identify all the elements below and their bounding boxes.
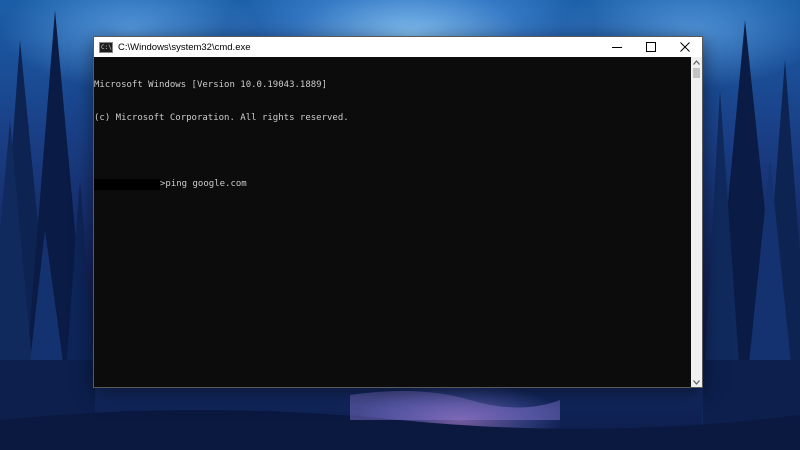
close-button[interactable] <box>668 37 702 57</box>
cmd-window[interactable]: C:\ C:\Windows\system32\cmd.exe Microsof… <box>93 36 703 388</box>
console-output[interactable]: Microsoft Windows [Version 10.0.19043.18… <box>94 57 691 387</box>
minimize-icon <box>612 47 622 48</box>
vertical-scrollbar[interactable] <box>691 57 702 387</box>
minimize-button[interactable] <box>600 37 634 57</box>
desktop-wallpaper: C:\ C:\Windows\system32\cmd.exe Microsof… <box>0 0 800 450</box>
window-controls <box>600 37 702 57</box>
title-bar[interactable]: C:\ C:\Windows\system32\cmd.exe <box>94 37 702 57</box>
scroll-up-button[interactable] <box>691 57 702 67</box>
command-text: ping google.com <box>165 179 247 189</box>
chevron-down-icon <box>693 379 700 385</box>
scroll-thumb[interactable] <box>693 68 700 78</box>
cmd-icon[interactable]: C:\ <box>99 41 113 53</box>
console-line-copyright: (c) Microsoft Corporation. All rights re… <box>94 113 349 123</box>
console-line-version: Microsoft Windows [Version 10.0.19043.18… <box>94 80 327 90</box>
maximize-button[interactable] <box>634 37 668 57</box>
redacted-path <box>94 179 160 190</box>
maximize-icon <box>646 42 656 52</box>
window-title: C:\Windows\system32\cmd.exe <box>118 41 251 53</box>
console-prompt-line[interactable]: >ping google.com <box>94 179 691 190</box>
chevron-up-icon <box>693 59 700 65</box>
scroll-down-button[interactable] <box>691 377 702 387</box>
cmd-icon-glyph: C:\ <box>101 43 112 51</box>
close-icon <box>680 42 690 52</box>
